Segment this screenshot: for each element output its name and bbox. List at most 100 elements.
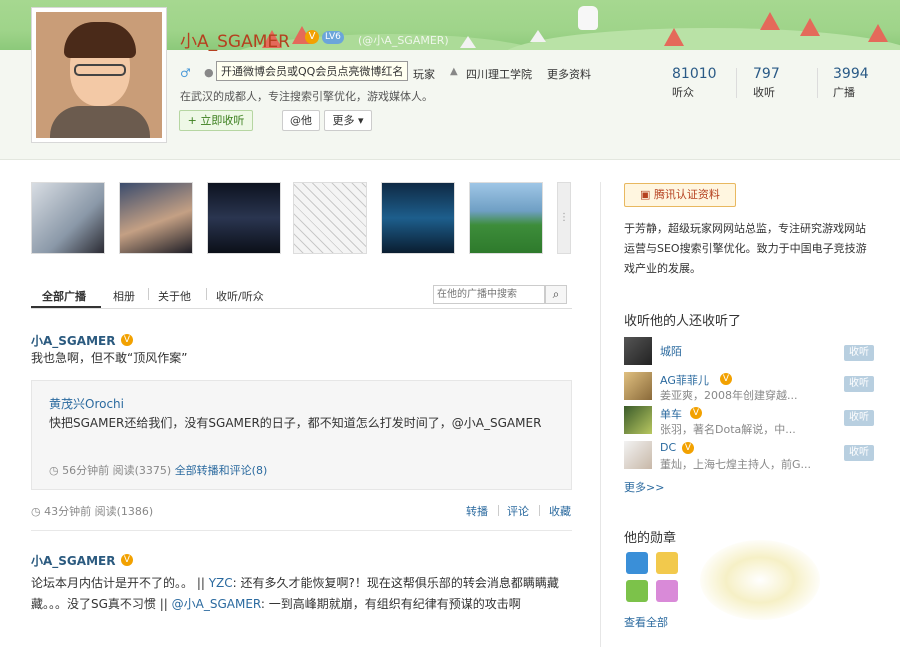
album-next-arrow[interactable]: ⋮	[557, 182, 571, 254]
album-photo[interactable]	[207, 182, 281, 254]
feed-search-input[interactable]	[433, 285, 545, 304]
album-photo[interactable]	[469, 182, 543, 254]
stat-divider	[736, 68, 737, 98]
banner-tent	[530, 30, 546, 42]
medal-icon[interactable]	[656, 580, 678, 602]
medals-title: 他的勋章	[624, 531, 677, 546]
verified-icon: V	[682, 442, 694, 454]
stat-number: 81010	[672, 66, 717, 82]
red-name-tooltip: 开通微博会员或QQ会员点亮微博红名	[216, 61, 409, 81]
favorite-button[interactable]: 收藏	[549, 503, 571, 519]
banner-tree	[800, 18, 820, 36]
profile-handle: (@小A_SGAMER)	[358, 34, 449, 47]
more-button[interactable]: 更多 ▾	[324, 110, 372, 131]
recommended-user-name[interactable]: AG菲菲儿	[660, 372, 709, 388]
recommended-user-desc: 董灿，上海七煌主持人，前G...	[660, 458, 812, 471]
quoted-time: 56分钟前 阅读(3375)	[62, 464, 172, 477]
banner-hill	[500, 28, 900, 50]
avatar-image	[36, 12, 162, 138]
banner-tree	[760, 12, 780, 30]
comment-button[interactable]: 评论	[507, 503, 529, 519]
stat-broadcasts[interactable]: 3994 广播	[833, 66, 900, 100]
mention-link[interactable]: YZC	[209, 576, 233, 590]
tab-follows[interactable]: 收听/听众	[216, 288, 264, 304]
stat-label: 广播	[833, 86, 855, 99]
follow-button[interactable]: + 立即收听	[179, 110, 253, 131]
repost-button[interactable]: 转播	[466, 503, 488, 519]
verification-button[interactable]: ▣ 腾讯认证资料	[624, 183, 736, 207]
mention-button[interactable]: @他	[282, 110, 320, 131]
recommended-user-name[interactable]: 单车	[660, 406, 682, 422]
album-photo[interactable]	[293, 182, 367, 254]
verified-icon: V	[121, 554, 133, 566]
profile-name[interactable]: 小A_SGAMER	[180, 27, 290, 52]
tab-active-indicator	[31, 306, 101, 308]
post-text-part: : 一到高峰期就崩，有组织有纪律有预谋的攻击啊	[260, 597, 521, 611]
verified-icon: V	[690, 407, 702, 419]
glare-overlay	[700, 540, 820, 620]
recommended-user: DC V 董灿，上海七煌主持人，前G... 收听	[624, 441, 874, 471]
post-text: 我也急啊，但不敢“顶风作案”	[31, 351, 188, 365]
school-link[interactable]: 四川理工学院	[466, 66, 532, 82]
tab-album[interactable]: 相册	[113, 288, 135, 304]
quoted-author[interactable]: 黄茂兴Orochi	[49, 395, 124, 412]
action-separator	[539, 505, 540, 516]
quoted-meta: ◷ 56分钟前 阅读(3375) 全部转播和评论(8)	[49, 462, 267, 478]
stat-number: 797	[753, 66, 780, 82]
follow-button[interactable]: 收听	[844, 410, 874, 426]
search-icon[interactable]: ⌕	[545, 285, 567, 304]
verified-icon: V	[121, 334, 133, 346]
recommended-user-desc: 张羽，著名Dota解说，中...	[660, 423, 796, 436]
post-text-part: 论坛本月内估计是开不了的。。 ||	[31, 576, 209, 590]
post-author[interactable]: 小A_SGAMER	[31, 332, 115, 349]
quoted-text: 快把SGAMER还给我们，没有SGAMER的日子，都不知道怎么打发时间了，@小A…	[49, 416, 542, 430]
stat-listeners[interactable]: 81010 听众	[672, 66, 742, 100]
recommended-user: AG菲菲儿 V 姜亚爽，2008年创建穿越... 收听	[624, 372, 874, 402]
banner-tent	[460, 36, 476, 48]
stat-number: 3994	[833, 66, 869, 82]
stat-following[interactable]: 797 收听	[753, 66, 823, 100]
column-divider	[600, 182, 601, 647]
mention-link[interactable]: @小A_SGAMER	[172, 597, 261, 611]
album-photo[interactable]	[381, 182, 455, 254]
followers-also-follow-title: 收听他的人还收听了	[624, 314, 742, 329]
post-meta: ◷ 43分钟前 阅读(1386)	[31, 503, 153, 519]
view-all-medals-link[interactable]: 查看全部	[624, 614, 668, 630]
school-icon: ▲	[450, 66, 458, 77]
recommended-user-name[interactable]: DC	[660, 441, 676, 454]
avatar[interactable]	[31, 7, 167, 143]
follow-button[interactable]: 收听	[844, 376, 874, 392]
quoted-comments-link[interactable]: 全部转播和评论(8)	[175, 464, 268, 477]
location-pin-icon: ●	[204, 66, 214, 79]
more-info-link[interactable]: 更多资料	[547, 66, 591, 82]
album-photo[interactable]	[31, 182, 105, 254]
location-text: 玩家	[413, 68, 435, 81]
more-recommendations-link[interactable]: 更多>>	[624, 479, 664, 495]
album-photo[interactable]	[119, 182, 193, 254]
avatar[interactable]	[624, 337, 652, 365]
action-separator	[498, 505, 499, 516]
verification-label: 腾讯认证资料	[653, 188, 720, 201]
medal-icon[interactable]	[656, 552, 678, 574]
medal-icon[interactable]	[626, 580, 648, 602]
stat-divider	[817, 68, 818, 98]
verified-icon: V	[305, 30, 319, 44]
avatar[interactable]	[624, 406, 652, 434]
verification-text: 于芳静，超级玩家网网站总监，专注研究游戏网站运营与SEO搜索引擎优化。致力于中国…	[624, 222, 867, 275]
follow-button[interactable]: 收听	[844, 345, 874, 361]
post-text: 论坛本月内估计是开不了的。。 || YZC: 还有多久才能恢复啊?！现在这帮俱乐…	[31, 573, 572, 615]
tab-all[interactable]: 全部广播	[42, 288, 86, 304]
clock-icon: ◷	[31, 505, 45, 518]
avatar[interactable]	[624, 372, 652, 400]
banner-tree	[664, 28, 684, 46]
avatar[interactable]	[624, 441, 652, 469]
post-author[interactable]: 小A_SGAMER	[31, 552, 115, 569]
male-icon: ♂	[180, 66, 191, 80]
recommended-user-name[interactable]: 城陌	[660, 343, 682, 359]
follow-button[interactable]: 收听	[844, 445, 874, 461]
clock-icon: ◷	[49, 464, 63, 477]
banner-alpaca	[578, 6, 598, 30]
medal-icon[interactable]	[626, 552, 648, 574]
tab-about[interactable]: 关于他	[158, 288, 191, 304]
feed-divider	[31, 530, 572, 531]
